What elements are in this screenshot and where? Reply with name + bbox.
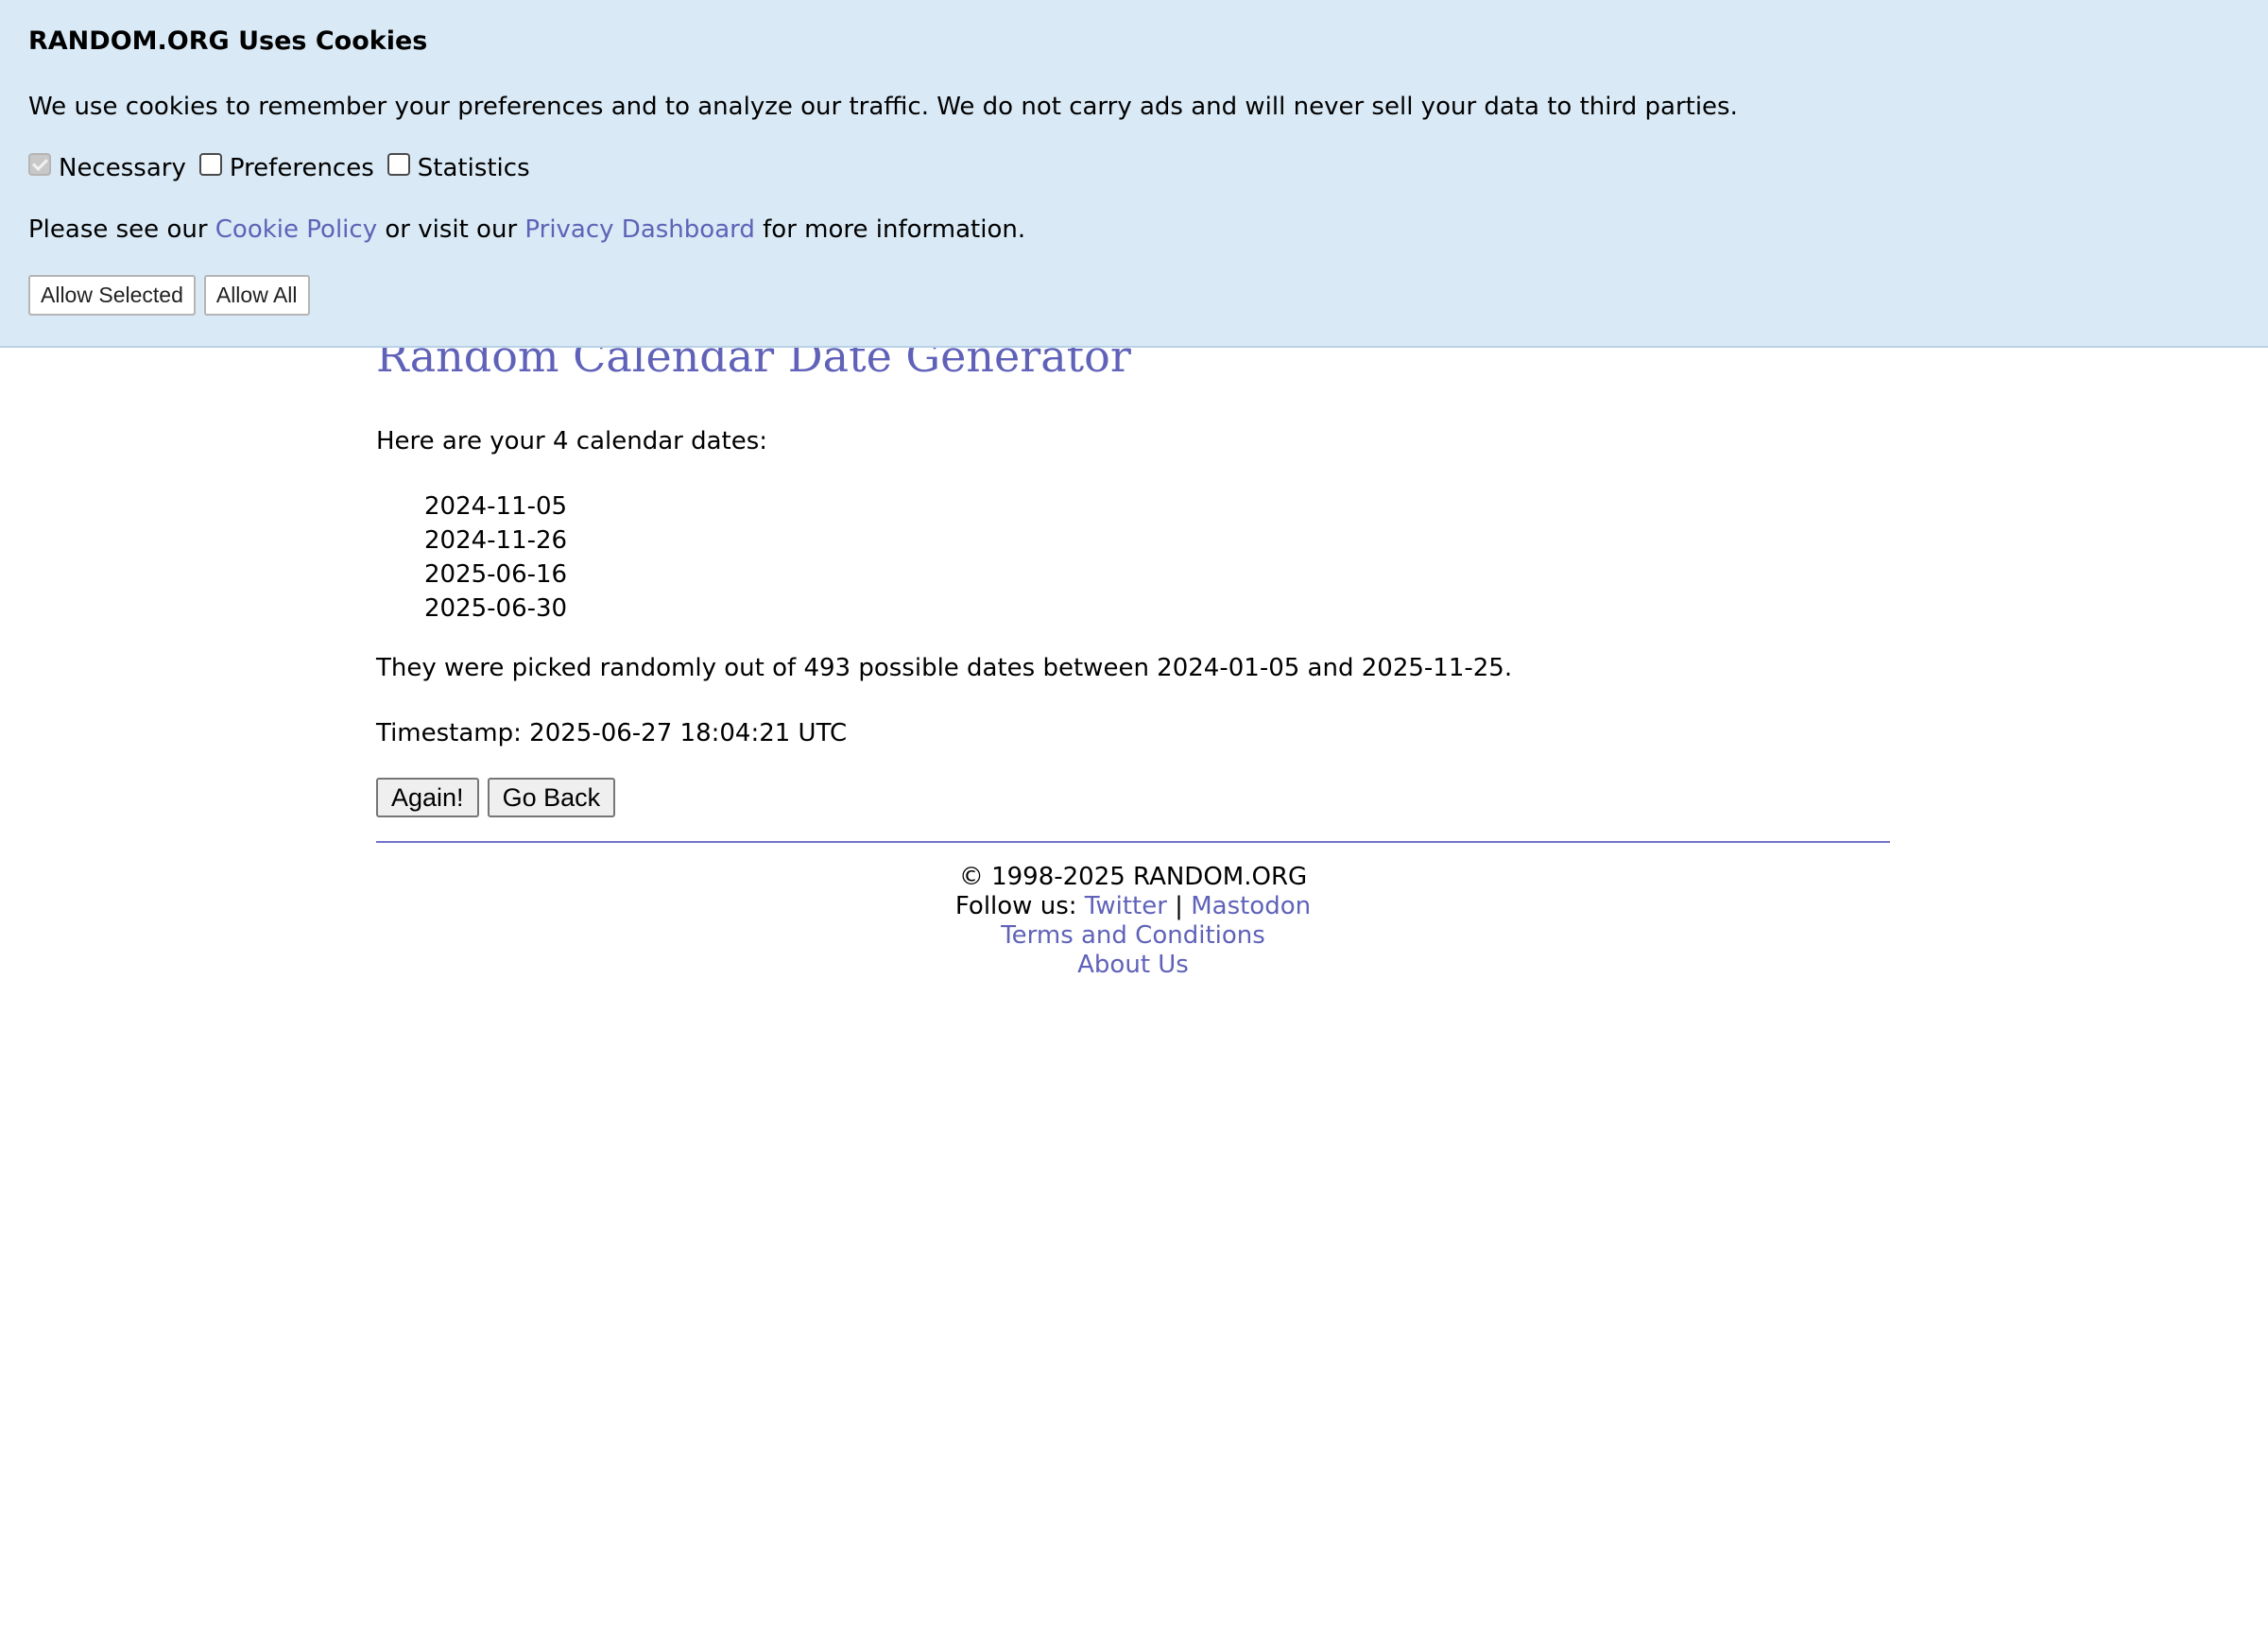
- about-link[interactable]: About Us: [1077, 951, 1189, 979]
- preferences-checkbox[interactable]: [198, 153, 222, 176]
- timestamp: Timestamp: 2025-06-27 18:04:21 UTC: [376, 719, 848, 747]
- necessary-label: Necessary: [59, 154, 186, 182]
- statistics-label[interactable]: Statistics: [418, 154, 530, 182]
- policy-prefix: Please see our: [28, 215, 215, 244]
- date-item: 2024-11-26: [424, 526, 568, 555]
- cookie-banner-title: RANDOM.ORG Uses Cookies: [28, 26, 428, 56]
- allow-all-button[interactable]: Allow All: [203, 275, 310, 316]
- cookie-options: Necessary Preferences Statistics: [28, 153, 543, 182]
- statistics-checkbox[interactable]: [387, 153, 410, 176]
- summary-text: They were picked randomly out of 493 pos…: [376, 654, 1513, 682]
- go-back-button[interactable]: Go Back: [487, 778, 616, 817]
- footer: © 1998-2025 RANDOM.ORG Follow us: Twitte…: [376, 863, 1890, 980]
- necessary-option: Necessary: [28, 153, 186, 182]
- cookie-banner: RANDOM.ORG Uses Cookies We use cookies t…: [0, 0, 2268, 348]
- action-buttons: Again! Go Back: [376, 778, 624, 817]
- mastodon-link[interactable]: Mastodon: [1191, 892, 1311, 920]
- date-item: 2024-11-05: [424, 492, 568, 521]
- follow-separator: |: [1166, 892, 1192, 920]
- preferences-option[interactable]: Preferences: [198, 153, 374, 182]
- footer-divider: [376, 841, 1890, 843]
- terms-link[interactable]: Terms and Conditions: [1001, 921, 1265, 950]
- twitter-link[interactable]: Twitter: [1085, 892, 1167, 920]
- cookie-banner-description: We use cookies to remember your preferen…: [28, 93, 1738, 121]
- intro-text: Here are your 4 calendar dates:: [376, 427, 768, 455]
- cookie-policy-line: Please see our Cookie Policy or visit ou…: [28, 215, 1025, 244]
- necessary-checkbox: [28, 153, 51, 176]
- statistics-option[interactable]: Statistics: [387, 153, 530, 182]
- again-button[interactable]: Again!: [376, 778, 479, 817]
- cookie-policy-link[interactable]: Cookie Policy: [215, 215, 377, 244]
- date-item: 2025-06-16: [424, 560, 568, 589]
- allow-selected-button[interactable]: Allow Selected: [28, 275, 196, 316]
- date-list: 2024-11-05 2024-11-26 2025-06-16 2025-06…: [424, 489, 567, 626]
- cookie-buttons: Allow Selected Allow All: [28, 275, 318, 316]
- follow-line: Follow us: Twitter | Mastodon: [376, 892, 1890, 921]
- follow-prefix: Follow us:: [954, 892, 1085, 920]
- policy-middle: or visit our: [377, 215, 525, 244]
- date-item: 2025-06-30: [424, 594, 568, 623]
- policy-suffix: for more information.: [754, 215, 1026, 244]
- privacy-dashboard-link[interactable]: Privacy Dashboard: [524, 215, 754, 244]
- preferences-label[interactable]: Preferences: [230, 154, 374, 182]
- copyright: © 1998-2025 RANDOM.ORG: [958, 863, 1308, 891]
